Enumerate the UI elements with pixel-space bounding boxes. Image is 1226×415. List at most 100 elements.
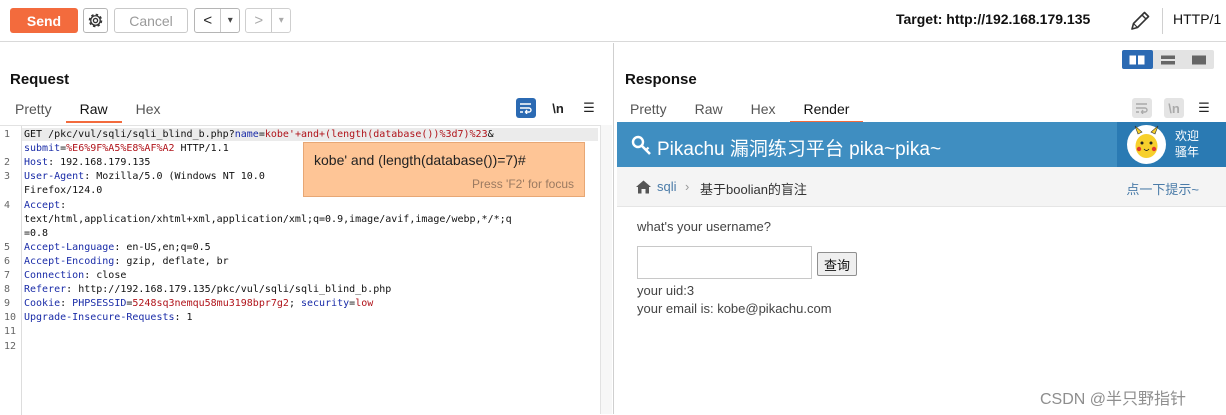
username-input[interactable] bbox=[637, 246, 812, 279]
code-key: name bbox=[234, 129, 259, 140]
rendered-page: Pikachu 漏洞练习平台 pika~pika~ 欢迎 骚年 sqli › 基… bbox=[617, 122, 1226, 414]
tab-raw[interactable]: Raw bbox=[681, 99, 737, 123]
code-value: %E6%9F%A5%E8%AF%A2 bbox=[66, 143, 175, 155]
layout-toggle bbox=[1122, 50, 1214, 69]
code-key: Upgrade-Insecure-Requests bbox=[24, 312, 175, 324]
code-key: Cookie bbox=[24, 298, 61, 310]
line-number: 11 bbox=[4, 326, 17, 338]
code-key: PHPSESSID bbox=[72, 298, 127, 310]
code-line: Upgrade-Insecure-Requests: 1 bbox=[24, 312, 193, 323]
split-columns-icon[interactable] bbox=[1122, 50, 1153, 69]
line-number: 3 bbox=[4, 171, 11, 183]
username-question: what's your username? bbox=[637, 219, 771, 234]
line-number: 12 bbox=[4, 340, 17, 352]
code-key: Accept-Language bbox=[24, 241, 115, 253]
tab-pretty[interactable]: Pretty bbox=[1, 99, 66, 123]
back-button[interactable]: < bbox=[195, 9, 220, 32]
tab-pretty[interactable]: Pretty bbox=[616, 99, 681, 123]
line-number-gutter: 1 2 3 4 5 6 7 8 9 10 11 12 bbox=[0, 126, 22, 415]
code-text: GET /pkc/vul/sqli/sqli_blind_b.php? bbox=[24, 129, 235, 140]
tab-hex[interactable]: Hex bbox=[122, 99, 175, 123]
cancel-button[interactable]: Cancel bbox=[114, 8, 188, 33]
code-line: Referer: http://192.168.179.135/pkc/vul/… bbox=[24, 284, 391, 295]
code-key: security bbox=[300, 298, 350, 310]
code-key: submit bbox=[24, 143, 61, 155]
pencil-icon[interactable] bbox=[1127, 8, 1153, 34]
wrap-lines-icon[interactable] bbox=[1132, 98, 1152, 118]
forward-button[interactable]: > bbox=[246, 9, 271, 32]
line-number: 9 bbox=[4, 298, 11, 310]
response-pane: Response Pretty Raw Hex Render \n ☰ Pika… bbox=[613, 43, 1226, 414]
code-text: : 1 bbox=[174, 312, 193, 324]
code-text: : bbox=[60, 298, 73, 310]
chevron-right-icon: › bbox=[685, 179, 690, 194]
home-icon[interactable] bbox=[635, 180, 651, 194]
code-line: GET /pkc/vul/sqli/sqli_blind_b.php?name=… bbox=[22, 128, 598, 141]
welcome-line: 骚年 bbox=[1175, 145, 1200, 159]
site-title: Pikachu 漏洞练习平台 pika~pika~ bbox=[657, 139, 942, 160]
code-line: Connection: close bbox=[24, 270, 126, 281]
split-rows-icon[interactable] bbox=[1153, 50, 1184, 69]
editor-scrollbar[interactable] bbox=[600, 125, 612, 414]
protocol-selector[interactable]: HTTP/1 bbox=[1173, 11, 1221, 27]
line-number: 5 bbox=[4, 241, 11, 253]
decoded-text: kobe' and (length(database())=7)# bbox=[314, 152, 526, 168]
code-text: : gzip, deflate, br bbox=[114, 255, 229, 267]
result-uid: your uid:3 bbox=[637, 283, 695, 298]
code-text: : http://192.168.179.135/pkc/vul/sqli/sq… bbox=[66, 284, 392, 296]
code-text: =0.8 bbox=[24, 227, 49, 239]
code-line: Accept-Language: en-US,en;q=0.5 bbox=[24, 242, 211, 253]
wrap-lines-icon[interactable] bbox=[516, 98, 536, 118]
code-key: Referer bbox=[24, 284, 67, 296]
query-button[interactable]: 查询 bbox=[817, 252, 857, 276]
code-text: HTTP/1.1 bbox=[174, 143, 229, 155]
line-number: 1 bbox=[4, 129, 11, 140]
code-text: = bbox=[258, 129, 265, 140]
code-line: =0.8 bbox=[24, 228, 48, 239]
welcome-text: 欢迎 骚年 bbox=[1175, 128, 1199, 160]
menu-icon[interactable]: ☰ bbox=[1194, 98, 1214, 118]
forward-history-dropdown[interactable]: ▾ bbox=[272, 9, 290, 32]
line-number: 2 bbox=[4, 157, 11, 169]
watermark: CSDN @半只野指针 bbox=[1040, 391, 1187, 408]
toolbar-divider bbox=[1162, 8, 1163, 34]
code-text: : en-US,en;q=0.5 bbox=[114, 241, 211, 253]
send-button[interactable]: Send bbox=[10, 8, 78, 33]
newline-toggle[interactable]: \n bbox=[1164, 98, 1184, 118]
hint-link[interactable]: 点一下提示~ bbox=[1126, 179, 1199, 198]
line-number: 4 bbox=[4, 199, 11, 211]
tab-render[interactable]: Render bbox=[789, 99, 864, 123]
code-line: Accept-Encoding: gzip, deflate, br bbox=[24, 256, 229, 267]
code-text: & bbox=[487, 129, 494, 140]
request-pane: Request Pretty Raw Hex \n ☰ 1 2 3 4 5 6 7 8 9 10 1… bbox=[0, 43, 612, 415]
menu-icon[interactable]: ☰ bbox=[579, 98, 599, 118]
code-text: : Mozilla/5.0 (Windows NT 10.0 bbox=[84, 171, 265, 183]
breadcrumb-sqli-link[interactable]: sqli bbox=[657, 179, 677, 194]
back-history-dropdown[interactable]: ▾ bbox=[221, 9, 239, 32]
result-email: your email is: kobe@pikachu.com bbox=[637, 301, 832, 316]
response-title: Response bbox=[625, 71, 697, 88]
code-line: text/html,application/xhtml+xml,applicat… bbox=[24, 214, 512, 225]
decoded-value-tooltip: kobe' and (length(database())=7)# Press … bbox=[303, 142, 585, 197]
code-line: User-Agent: Mozilla/5.0 (Windows NT 10.0 bbox=[24, 171, 265, 182]
code-value: 5248sq3nemqu58mu3198bpr7g2 bbox=[132, 298, 289, 310]
code-value: low bbox=[355, 298, 374, 310]
response-tabs: Pretty Raw Hex Render bbox=[616, 99, 864, 123]
code-line: Firefox/124.0 bbox=[24, 185, 102, 196]
gear-icon[interactable] bbox=[83, 8, 108, 33]
focus-hint: Press 'F2' for focus bbox=[472, 177, 574, 191]
line-number: 10 bbox=[4, 312, 17, 324]
code-key: Accept-Encoding bbox=[24, 255, 115, 267]
code-line: Cookie: PHPSESSID=5248sq3nemqu58mu3198bp… bbox=[24, 298, 373, 309]
code-value: kobe'+and+(length(database())%3d7)%23 bbox=[264, 129, 488, 140]
tab-hex[interactable]: Hex bbox=[737, 99, 790, 123]
single-pane-icon[interactable] bbox=[1183, 50, 1214, 69]
breadcrumb-current-page: 基于boolian的盲注 bbox=[700, 182, 807, 197]
newline-toggle[interactable]: \n bbox=[548, 98, 568, 118]
tab-raw[interactable]: Raw bbox=[65, 99, 122, 123]
pikachu-avatar bbox=[1127, 125, 1166, 164]
line-number: 8 bbox=[4, 284, 11, 296]
code-key: Host bbox=[24, 157, 49, 169]
code-text: text/html,application/xhtml+xml,applicat… bbox=[24, 213, 512, 225]
code-text: ; bbox=[288, 298, 301, 310]
